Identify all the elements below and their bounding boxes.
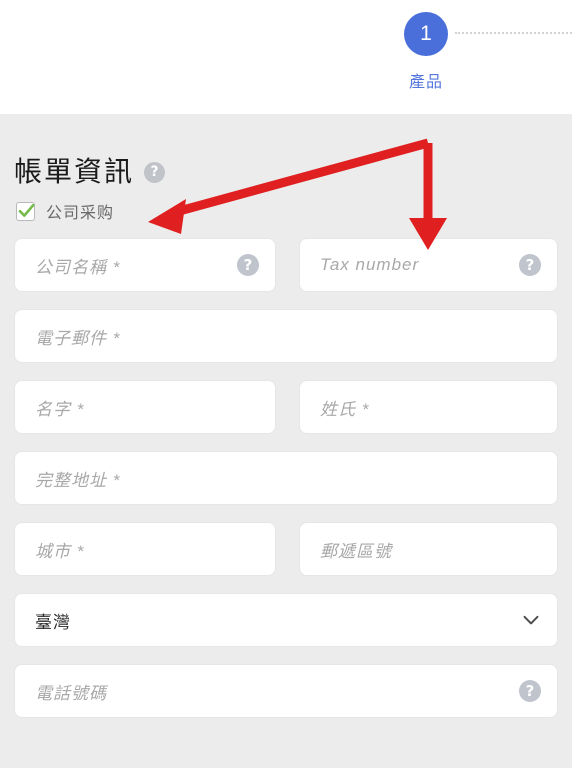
phone-question-mark-icon[interactable]: ? <box>519 680 541 702</box>
country-selected-value: 臺灣 <box>35 612 71 632</box>
postal-code-input[interactable]: 郵遞區號 <box>320 537 541 562</box>
check-icon <box>18 203 35 217</box>
billing-header: 帳單資訊 ? <box>0 114 572 186</box>
billing-form-fields: 公司名稱 * ? Tax number ? 電子郵件 * 名字 * 姓氏 * 完… <box>0 223 572 717</box>
form-row-name: 名字 * 姓氏 * <box>15 381 557 433</box>
form-row-company: 公司名稱 * ? Tax number ? <box>15 239 557 291</box>
company-purchase-row[interactable]: 公司采购 <box>0 186 572 223</box>
phone-input[interactable]: 電話號碼 <box>35 679 519 704</box>
email-field[interactable]: 電子郵件 * <box>15 310 557 362</box>
tax-number-question-mark-icon[interactable]: ? <box>519 254 541 276</box>
page-title: 帳單資訊 <box>14 156 135 187</box>
checkout-stepper: 1 產品 <box>0 0 572 114</box>
checkout-billing-page: 1 產品 帳單資訊 ? 公司采购 公司名稱 * ? Tax number ? 電… <box>0 0 572 768</box>
company-purchase-checkbox[interactable] <box>16 201 35 221</box>
phone-field[interactable]: 電話號碼 ? <box>15 665 557 717</box>
first-name-field[interactable]: 名字 * <box>15 381 275 433</box>
form-row-city: 城市 * 郵遞區號 <box>15 523 557 575</box>
company-purchase-label: 公司采购 <box>46 205 115 222</box>
tax-number-input[interactable]: Tax number <box>320 255 519 275</box>
email-input[interactable]: 電子郵件 * <box>35 324 541 349</box>
address-field[interactable]: 完整地址 * <box>15 452 557 504</box>
form-row-country: 臺灣 <box>15 594 557 646</box>
stepper-connector-line <box>455 32 572 34</box>
stepper-step-product[interactable]: 1 產品 <box>398 12 454 92</box>
country-select[interactable]: 臺灣 <box>15 594 557 646</box>
last-name-input[interactable]: 姓氏 * <box>320 395 541 420</box>
form-row-phone: 電話號碼 ? <box>15 665 557 717</box>
chevron-down-icon[interactable] <box>521 610 541 630</box>
postal-code-field[interactable]: 郵遞區號 <box>300 523 557 575</box>
step-number-badge: 1 <box>404 12 448 56</box>
company-name-field[interactable]: 公司名稱 * ? <box>15 239 275 291</box>
first-name-input[interactable]: 名字 * <box>35 395 259 420</box>
billing-information-panel: 帳單資訊 ? 公司采购 公司名稱 * ? Tax number ? 電子郵件 *… <box>0 114 572 768</box>
form-row-address: 完整地址 * <box>15 452 557 504</box>
company-name-question-mark-icon[interactable]: ? <box>237 254 259 276</box>
step-label-product: 產品 <box>408 74 443 91</box>
city-field[interactable]: 城市 * <box>15 523 275 575</box>
city-input[interactable]: 城市 * <box>35 537 259 562</box>
form-row-email: 電子郵件 * <box>15 310 557 362</box>
last-name-field[interactable]: 姓氏 * <box>300 381 557 433</box>
question-mark-icon[interactable]: ? <box>144 161 166 183</box>
address-input[interactable]: 完整地址 * <box>35 466 541 491</box>
company-name-input[interactable]: 公司名稱 * <box>35 253 237 278</box>
tax-number-field[interactable]: Tax number ? <box>300 239 557 291</box>
